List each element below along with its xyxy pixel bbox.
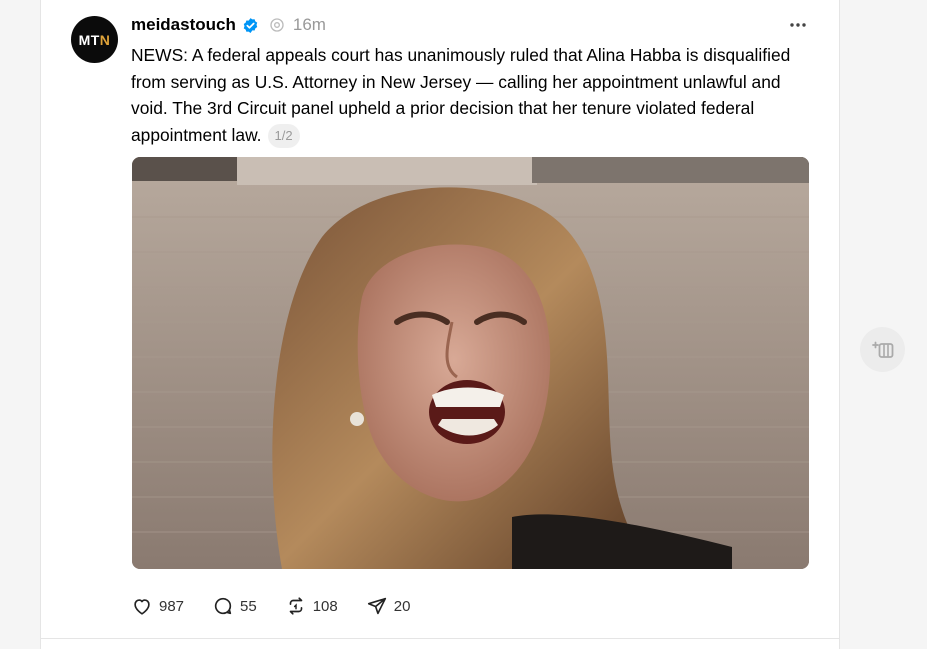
post-image[interactable] xyxy=(132,157,809,569)
username[interactable]: meidastouch xyxy=(131,15,236,35)
like-button[interactable]: 987 xyxy=(131,595,184,617)
avatar[interactable]: MTN xyxy=(71,16,118,63)
post-card: MTN meidastouch 16m NEWS: A federal appe… xyxy=(40,0,840,649)
post-actions: 987 55 108 20 xyxy=(131,594,438,618)
share-count: 20 xyxy=(393,597,411,615)
more-icon xyxy=(790,23,806,27)
heart-icon xyxy=(134,599,150,615)
add-column-icon xyxy=(871,341,893,358)
repost-button[interactable]: 108 xyxy=(285,595,338,617)
share-button[interactable]: 20 xyxy=(366,595,411,617)
verified-badge-icon xyxy=(243,17,258,33)
share-icon xyxy=(367,597,386,615)
post-photo-illustration xyxy=(132,157,809,569)
add-column-button[interactable] xyxy=(860,327,905,372)
like-count: 987 xyxy=(159,597,185,615)
divider xyxy=(41,638,839,639)
post-body: NEWS: A federal appeals court has unanim… xyxy=(131,42,821,148)
reply-button[interactable]: 55 xyxy=(212,595,257,617)
post-time[interactable]: 16m xyxy=(293,15,326,35)
threads-icon xyxy=(270,18,284,32)
more-options-button[interactable] xyxy=(787,14,809,36)
comment-icon xyxy=(214,597,232,615)
reply-count: 55 xyxy=(240,597,257,615)
avatar-logo: MTN xyxy=(78,31,111,48)
post-text: NEWS: A federal appeals court has unanim… xyxy=(131,45,791,145)
post-header: meidastouch 16m xyxy=(131,13,326,37)
repost-count: 108 xyxy=(312,597,338,615)
repost-icon xyxy=(289,597,303,615)
page-indicator: 1/2 xyxy=(267,123,300,148)
